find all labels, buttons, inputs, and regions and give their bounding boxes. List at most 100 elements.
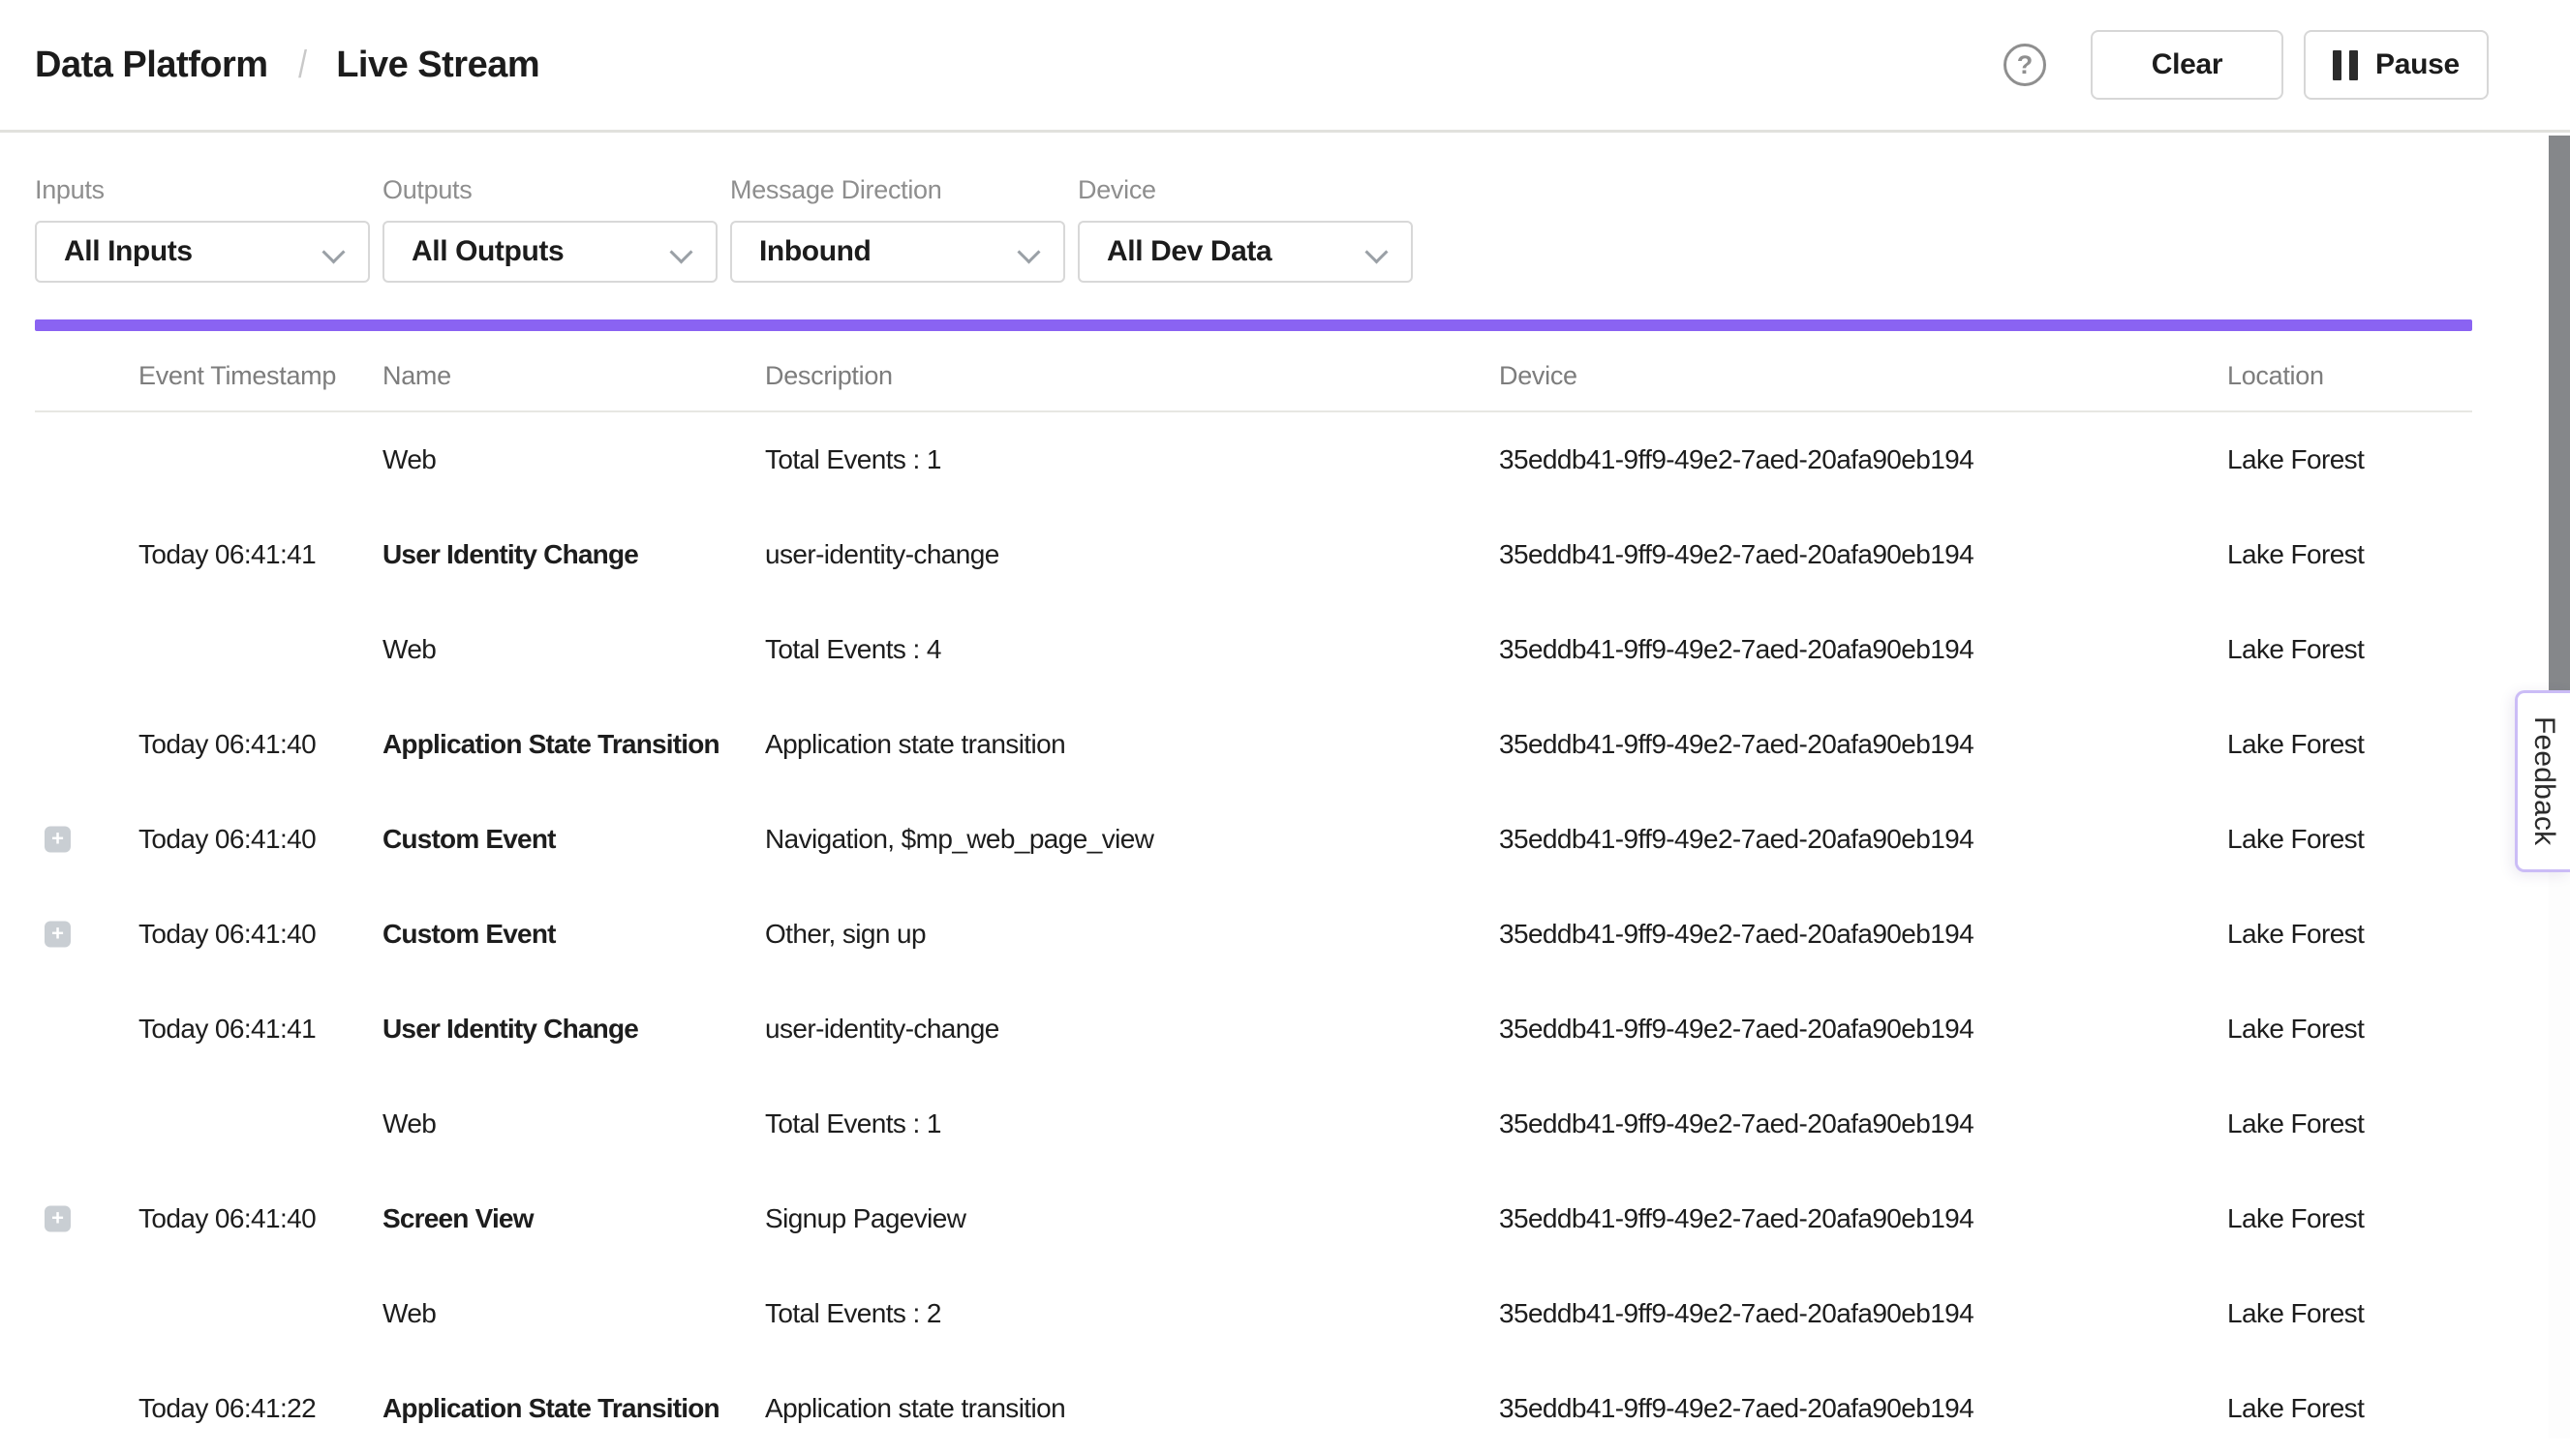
cell-event-timestamp: Today 06:41:40 bbox=[138, 824, 316, 855]
cell-device: 35eddb41-9ff9-49e2-7aed-20afa90eb194 bbox=[1499, 539, 1973, 570]
feedback-tab-label: Feedback bbox=[2527, 716, 2560, 845]
table-row[interactable]: Today 06:41:22Application State Transiti… bbox=[0, 1361, 2549, 1456]
filter-bar: Inputs All Inputs Outputs All Outputs Me… bbox=[35, 133, 1413, 283]
cell-description: Application state transition bbox=[765, 1393, 1065, 1424]
expand-plus-icon[interactable]: + bbox=[45, 1206, 71, 1232]
cell-description: user-identity-change bbox=[765, 539, 999, 570]
table-row[interactable]: Today 06:41:40Application State Transiti… bbox=[0, 697, 2549, 792]
cell-description: Application state transition bbox=[765, 729, 1065, 760]
cell-device: 35eddb41-9ff9-49e2-7aed-20afa90eb194 bbox=[1499, 1108, 1973, 1139]
breadcrumb-live-stream: Live Stream bbox=[336, 45, 539, 86]
cell-device: 35eddb41-9ff9-49e2-7aed-20afa90eb194 bbox=[1499, 444, 1973, 475]
breadcrumb: Data Platform / Live Stream bbox=[35, 44, 539, 87]
cell-device: 35eddb41-9ff9-49e2-7aed-20afa90eb194 bbox=[1499, 1203, 1973, 1234]
message-direction-select[interactable]: Inbound bbox=[730, 221, 1065, 283]
column-name: Name bbox=[382, 361, 451, 391]
cell-location: Lake Forest bbox=[2227, 1393, 2364, 1424]
live-stream-table: Event Timestamp Name Description Device … bbox=[0, 331, 2549, 1456]
table-row[interactable]: Web Total Events : 1 35eddb41-9ff9-49e2-7a… bbox=[0, 1077, 2549, 1171]
table-row[interactable]: + Today 06:41:40 Custom Event Navigation, $… bbox=[0, 792, 2549, 887]
cell-location: Lake Forest bbox=[2227, 444, 2364, 475]
chevron-down-icon bbox=[673, 242, 692, 261]
chevron-down-icon bbox=[1021, 242, 1040, 261]
cell-description: Navigation, $mp_web_page_view bbox=[765, 824, 1153, 855]
table-row[interactable]: Today 06:41:41User Identity Changeuser-i… bbox=[0, 507, 2549, 602]
filter-device: Device All Dev Data bbox=[1078, 133, 1413, 283]
cell-description: Signup Pageview bbox=[765, 1203, 965, 1234]
table-row[interactable]: WebTotal Events : 435eddb41-9ff9-49e2-7a… bbox=[0, 602, 2549, 697]
cell-location: Lake Forest bbox=[2227, 634, 2364, 665]
cell-name: User Identity Change bbox=[382, 539, 638, 570]
device-select[interactable]: All Dev Data bbox=[1078, 221, 1413, 283]
table-row[interactable]: +Today 06:41:40Screen ViewSignup Pagevie… bbox=[0, 1171, 2549, 1266]
cell-description: Other, sign up bbox=[765, 919, 926, 950]
cell-description: user-identity-change bbox=[765, 1014, 999, 1045]
table-body: Web Total Events : 1 35eddb41-9ff9-49e2-7a… bbox=[0, 412, 2549, 1456]
cell-description: Total Events : 1 bbox=[765, 1108, 941, 1139]
table-row[interactable]: Web Total Events : 2 35eddb41-9ff9-49e2-7a… bbox=[0, 1266, 2549, 1361]
cell-description: Total Events : 4 bbox=[765, 634, 941, 665]
help-icon[interactable]: ? bbox=[2004, 44, 2046, 86]
cell-device: 35eddb41-9ff9-49e2-7aed-20afa90eb194 bbox=[1499, 1298, 1973, 1329]
breadcrumb-data-platform[interactable]: Data Platform bbox=[35, 45, 268, 86]
table-row[interactable]: Web Total Events : 1 35eddb41-9ff9-49e2-7a… bbox=[0, 412, 2549, 507]
cell-location: Lake Forest bbox=[2227, 729, 2364, 760]
cell-description: Total Events : 2 bbox=[765, 1298, 941, 1329]
outputs-select-value: All Outputs bbox=[412, 235, 564, 268]
filter-label: Outputs bbox=[382, 175, 718, 205]
cell-location: Lake Forest bbox=[2227, 919, 2364, 950]
cell-location: Lake Forest bbox=[2227, 1014, 2364, 1045]
expand-plus-icon[interactable]: + bbox=[45, 827, 71, 853]
table-row[interactable]: Today 06:41:41 User Identity Change user-i… bbox=[0, 982, 2549, 1077]
header-actions: ? Clear Pause bbox=[2004, 30, 2489, 100]
cell-event-timestamp: Today 06:41:41 bbox=[138, 1014, 316, 1045]
inputs-select-value: All Inputs bbox=[64, 235, 193, 268]
pause-button-label: Pause bbox=[2375, 48, 2460, 81]
outputs-select[interactable]: All Outputs bbox=[382, 221, 718, 283]
filter-message-direction: Message Direction Inbound bbox=[730, 133, 1065, 283]
cell-name: Web bbox=[382, 1108, 436, 1139]
cell-event-timestamp: Today 06:41:40 bbox=[138, 919, 316, 950]
cell-device: 35eddb41-9ff9-49e2-7aed-20afa90eb194 bbox=[1499, 1014, 1973, 1045]
table-header: Event Timestamp Name Description Device … bbox=[0, 331, 2549, 412]
filter-outputs: Outputs All Outputs bbox=[382, 133, 718, 283]
clear-button[interactable]: Clear bbox=[2091, 30, 2283, 100]
cell-name: Screen View bbox=[382, 1203, 534, 1234]
cell-location: Lake Forest bbox=[2227, 539, 2364, 570]
scrollbar-thumb[interactable] bbox=[2549, 136, 2570, 718]
column-description: Description bbox=[765, 361, 893, 391]
cell-device: 35eddb41-9ff9-49e2-7aed-20afa90eb194 bbox=[1499, 824, 1973, 855]
cell-device: 35eddb41-9ff9-49e2-7aed-20afa90eb194 bbox=[1499, 1393, 1973, 1424]
accent-divider bbox=[35, 319, 2472, 331]
table-row[interactable]: +Today 06:41:40Custom EventOther, sign u… bbox=[0, 887, 2549, 982]
filter-label: Inputs bbox=[35, 175, 370, 205]
cell-event-timestamp: Today 06:41:40 bbox=[138, 729, 316, 760]
cell-name: Web bbox=[382, 444, 436, 475]
cell-name: Web bbox=[382, 634, 436, 665]
cell-device: 35eddb41-9ff9-49e2-7aed-20afa90eb194 bbox=[1499, 919, 1973, 950]
pause-icon bbox=[2333, 50, 2358, 80]
filter-inputs: Inputs All Inputs bbox=[35, 133, 370, 283]
cell-name: Web bbox=[382, 1298, 436, 1329]
page-header: Data Platform / Live Stream ? Clear Paus… bbox=[0, 0, 2570, 133]
chevron-down-icon bbox=[1368, 242, 1388, 261]
chevron-down-icon bbox=[325, 242, 345, 261]
cell-location: Lake Forest bbox=[2227, 1298, 2364, 1329]
cell-location: Lake Forest bbox=[2227, 1203, 2364, 1234]
cell-location: Lake Forest bbox=[2227, 1108, 2364, 1139]
cell-name: User Identity Change bbox=[382, 1014, 638, 1045]
device-select-value: All Dev Data bbox=[1107, 235, 1271, 268]
cell-description: Total Events : 1 bbox=[765, 444, 941, 475]
cell-device: 35eddb41-9ff9-49e2-7aed-20afa90eb194 bbox=[1499, 729, 1973, 760]
column-event-timestamp: Event Timestamp bbox=[138, 361, 336, 391]
feedback-tab[interactable]: Feedback bbox=[2515, 690, 2570, 872]
filter-label: Message Direction bbox=[730, 175, 1065, 205]
column-location: Location bbox=[2227, 361, 2324, 391]
inputs-select[interactable]: All Inputs bbox=[35, 221, 370, 283]
filter-label: Device bbox=[1078, 175, 1413, 205]
breadcrumb-separator: / bbox=[298, 44, 307, 87]
cell-name: Custom Event bbox=[382, 824, 556, 855]
pause-button[interactable]: Pause bbox=[2304, 30, 2489, 100]
expand-plus-icon[interactable]: + bbox=[45, 922, 71, 948]
message-direction-select-value: Inbound bbox=[759, 235, 872, 268]
